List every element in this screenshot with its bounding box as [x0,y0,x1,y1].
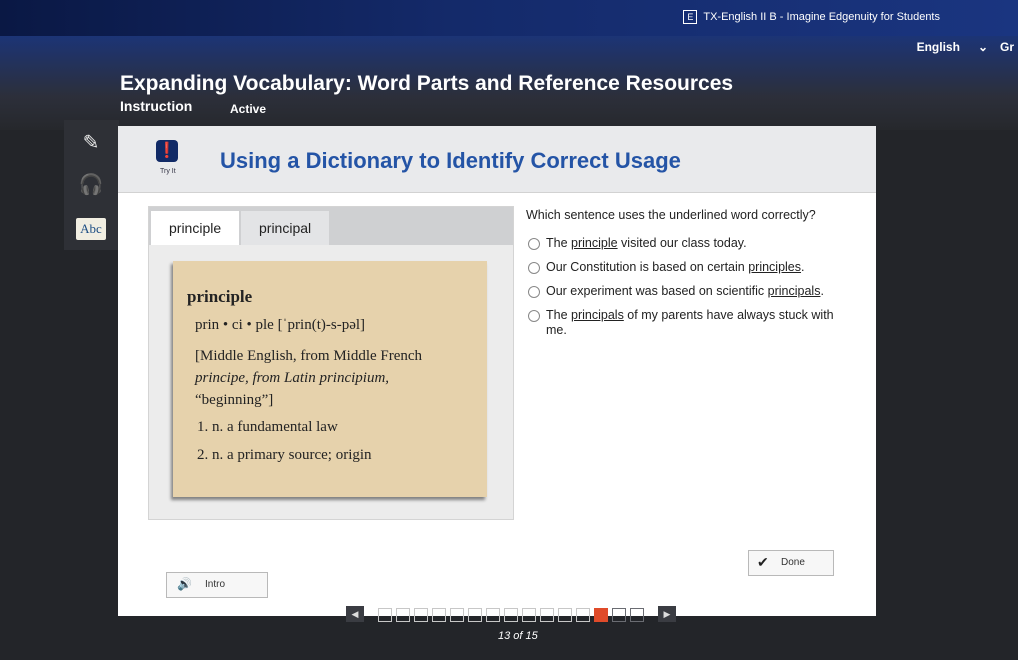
intro-label: Intro [205,579,226,590]
page-square[interactable] [504,608,518,622]
choice-post: . [820,284,824,298]
browser-tab-bar: E TX-English II B - Imagine Edgenuity fo… [0,0,1018,36]
choice-pre: Our experiment was based on scientific [546,284,768,298]
chevron-down-icon: ⌄ [977,40,988,54]
choice-word: principals [767,284,821,298]
page-square[interactable] [450,608,464,622]
choice-word: principle [571,236,618,250]
page-square[interactable] [630,608,644,622]
page-square[interactable] [576,608,590,622]
page-navigator: ◀ ▶ [346,604,686,626]
language-label: English [916,40,960,54]
choice-text: The principle visited our class today. [546,236,846,251]
radio-button[interactable] [528,286,540,298]
activity-header: ❗ Try It Using a Dictionary to Identify … [118,126,876,193]
page-square[interactable] [396,608,410,622]
try-it-label: Try It [160,168,176,175]
entry-headword: principle [187,287,253,306]
tab-title-text: TX-English II B - Imagine Edgenuity for … [703,11,940,23]
page-square[interactable] [594,608,608,622]
page-count: 13 of 15 [498,630,538,642]
choice-text: Our Constitution is based on certain pri… [546,260,846,275]
entry-etymology: [Middle English, from Middle French prin… [195,345,485,411]
choice-pre: Our Constitution is based on certain [546,260,749,274]
choice-word: principles [748,260,802,274]
edgenuity-icon: E [683,10,698,24]
dictionary-box: principle principal principle prin • ci … [148,206,514,520]
choice-pre: The [546,236,572,250]
section-label: Instruction [120,98,193,114]
choice-pre: The [546,308,572,322]
entry-pronunciation: prin • ci • ple [ˈprin(t)-s-pəl] [195,317,366,333]
page-square[interactable] [414,608,428,622]
question-prompt: Which sentence uses the underlined word … [526,208,816,222]
etymology-line-1: [Middle English, from Middle French [195,348,423,364]
choice-post: visited our class today. [617,236,747,250]
tab-principle[interactable]: principle [151,211,240,245]
activity-title: Using a Dictionary to Identify Correct U… [220,148,681,173]
page-square[interactable] [558,608,572,622]
choice-text: Our experiment was based on scientific p… [546,284,846,299]
next-page-button[interactable]: ▶ [658,606,676,622]
page-title: Expanding Vocabulary: Word Parts and Ref… [120,72,734,95]
word-tabs: principle principal [149,207,513,245]
etymology-line-2: principe, from Latin principium, [195,370,390,386]
try-it-icon: ❗ [156,140,178,162]
language-selector[interactable]: English ⌄ Gr [916,40,1014,54]
cut-off-text: Gr [999,40,1014,54]
entry-definition-2: 2. n. a primary source; origin [197,447,372,463]
speaker-icon: 🔊 [177,577,192,591]
tab-title[interactable]: E TX-English II B - Imagine Edgenuity fo… [683,10,940,24]
page-square[interactable] [540,608,554,622]
entry-definition-1: 1. n. a fundamental law [197,419,338,435]
done-label: Done [781,557,805,568]
choice-text: The principals of my parents have always… [546,308,846,338]
choice-word: principals [571,308,624,322]
tool-sidebar: ✎ 🎧 Abc [64,120,119,250]
page-square[interactable] [522,608,536,622]
activity-panel: ❗ Try It Using a Dictionary to Identify … [118,126,876,616]
headphones-icon[interactable]: 🎧 [76,172,106,198]
etymology-line-3: “beginning”] [195,392,274,408]
radio-button[interactable] [528,310,540,322]
page-square[interactable] [378,608,392,622]
status-label: Active [230,102,267,116]
page-square[interactable] [612,608,626,622]
radio-button[interactable] [528,262,540,274]
tab-principal[interactable]: principal [241,211,330,245]
dictionary-icon[interactable]: Abc [76,218,106,240]
radio-button[interactable] [528,238,540,250]
intro-button[interactable]: 🔊 Intro [166,572,268,598]
page-square[interactable] [468,608,482,622]
done-button[interactable]: ✔ Done [748,550,834,576]
dictionary-entry: principle prin • ci • ple [ˈprin(t)-s-pə… [173,261,487,497]
checkmark-icon: ✔ [757,554,769,570]
choice-post: . [801,260,805,274]
page-square[interactable] [486,608,500,622]
page-square[interactable] [432,608,446,622]
prev-page-button[interactable]: ◀ [346,606,364,622]
pencil-icon[interactable]: ✎ [76,130,106,156]
